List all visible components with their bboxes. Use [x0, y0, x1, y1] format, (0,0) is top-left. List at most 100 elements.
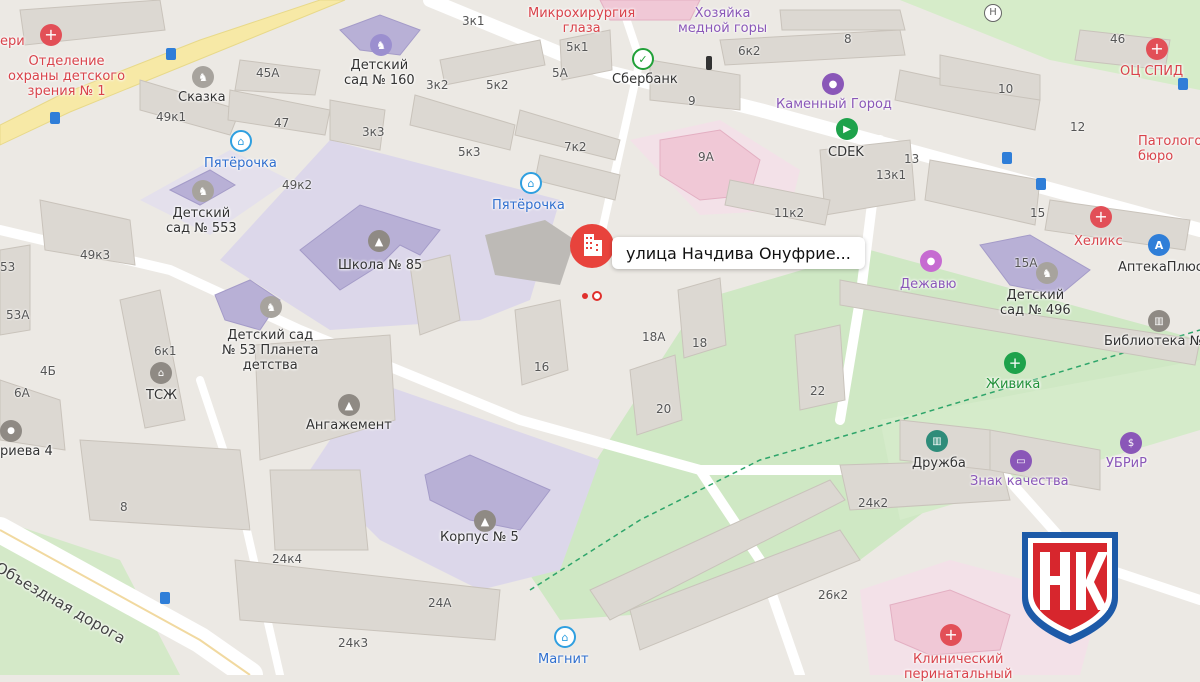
house-number: 18	[692, 336, 708, 350]
poi-label-sberbank[interactable]: Сбербанк	[612, 72, 678, 87]
medical-icon[interactable]: +	[940, 624, 962, 646]
house-number: 6к1	[154, 344, 177, 358]
poi-label-skazka[interactable]: Сказка	[178, 90, 226, 105]
house-number: 45А	[256, 66, 280, 80]
kindergarten-icon[interactable]: ♞	[260, 296, 282, 318]
bus-stop-icon[interactable]	[50, 112, 60, 124]
poi-label-tszh[interactable]: ТСЖ	[146, 388, 177, 403]
poi-label-orieva[interactable]: риева 4	[0, 444, 53, 459]
bus-stop-icon[interactable]: ●	[0, 420, 22, 442]
medical-icon[interactable]: +	[1090, 206, 1112, 228]
house-number: 46	[1110, 32, 1126, 46]
house-number: 4Б	[40, 364, 56, 378]
house-number: 8	[844, 32, 852, 46]
location-pin-icon[interactable]	[566, 222, 618, 274]
kindergarten-icon[interactable]: ♞	[192, 66, 214, 88]
poi-label-patolog[interactable]: Патологоанато бюро	[1138, 134, 1200, 164]
poi-label-sad-496[interactable]: Детский сад № 496	[1000, 288, 1071, 318]
poi-label-hozyaika[interactable]: Хозяйка медной горы	[678, 6, 767, 36]
bank-icon[interactable]: $	[1120, 432, 1142, 454]
poi-label-school-85[interactable]: Школа № 85	[338, 258, 422, 273]
bus-stop-icon[interactable]	[1036, 178, 1046, 190]
poi-label-eri[interactable]: ери	[0, 34, 25, 49]
poi-label-magnit[interactable]: Магнит	[538, 652, 589, 667]
cdek-icon[interactable]: ▶	[836, 118, 858, 140]
poi-label-sad-553[interactable]: Детский сад № 553	[166, 206, 237, 236]
shop-basket-icon[interactable]: ⌂	[230, 130, 252, 152]
cosmetics-icon[interactable]: ●	[920, 250, 942, 272]
bus-stop-icon[interactable]	[160, 592, 170, 604]
poi-label-apteka[interactable]: АптекаПлюс	[1118, 260, 1200, 275]
house-number: 13к1	[876, 168, 907, 182]
medical-icon[interactable]: +	[1146, 38, 1168, 60]
house-number: 20	[656, 402, 672, 416]
bus-stop-icon[interactable]	[1002, 152, 1012, 164]
house-number: 53А	[6, 308, 30, 322]
poi-label-sad-160[interactable]: Детский сад № 160	[344, 58, 415, 88]
kindergarten-icon[interactable]: ♞	[1036, 262, 1058, 284]
poi-label-cdek[interactable]: CDEK	[828, 145, 864, 160]
poi-label-dejavu[interactable]: Дежавю	[900, 277, 956, 292]
house-number: 6А	[14, 386, 30, 400]
kindergarten-icon[interactable]: ♞	[192, 180, 214, 202]
house-number: 10	[998, 82, 1014, 96]
poi-label-otdelenie[interactable]: Отделение охраны детского зрения № 1	[8, 54, 125, 99]
poi-label-mikrohirurgia[interactable]: Микрохирургия глаза	[528, 6, 635, 36]
poi-label-biblioteka[interactable]: Библиотека №	[1104, 334, 1200, 349]
house-number: 26к2	[818, 588, 849, 602]
poi-label-druzhba[interactable]: Дружба	[912, 456, 966, 471]
mall-icon[interactable]: ●	[822, 73, 844, 95]
house-number: 18А	[642, 330, 666, 344]
bus-stop-icon[interactable]	[166, 48, 176, 60]
parking-icon: H	[984, 4, 1002, 22]
house-number: 22	[810, 384, 826, 398]
library-icon[interactable]: ▥	[1148, 310, 1170, 332]
house-number: 8	[120, 500, 128, 514]
address-card[interactable]: улица Начдива Онуфрие...	[612, 237, 865, 269]
poi-label-zhivika[interactable]: Живика	[986, 377, 1040, 392]
school-icon[interactable]: ▲	[338, 394, 360, 416]
traffic-light-icon	[706, 56, 712, 70]
laptop-icon[interactable]: ▭	[1010, 450, 1032, 472]
house-number: 49к1	[156, 110, 187, 124]
house-number: 5к2	[486, 78, 509, 92]
house-number: 11к2	[774, 206, 805, 220]
house-number: 47	[274, 116, 290, 130]
shop-basket-icon[interactable]: ⌂	[554, 626, 576, 648]
sberbank-icon[interactable]: ✓	[632, 48, 654, 70]
house-number: 15	[1030, 206, 1046, 220]
poi-label-helix[interactable]: Хеликс	[1074, 234, 1123, 249]
house-number: 3к2	[426, 78, 449, 92]
house-number: 24к3	[338, 636, 369, 650]
house-number: 3к3	[362, 125, 385, 139]
house-number: 15А	[1014, 256, 1038, 270]
house-number: 24А	[428, 596, 452, 610]
house-number: 16	[534, 360, 550, 374]
poi-label-klinich[interactable]: Клинический перинатальный	[904, 652, 1012, 682]
kindergarten-icon[interactable]: ♞	[370, 34, 392, 56]
house-number: 13	[904, 152, 920, 166]
pharmacy-icon[interactable]: A	[1148, 234, 1170, 256]
school-icon[interactable]: ▲	[368, 230, 390, 252]
house-number: 53	[0, 260, 16, 274]
poi-label-ubrir[interactable]: УБРиР	[1106, 456, 1147, 471]
poi-label-sad-53[interactable]: Детский сад № 53 Планета детства	[222, 328, 318, 373]
poi-label-kamenny-gorod[interactable]: Каменный Город	[776, 97, 892, 112]
school-icon[interactable]: ▲	[474, 510, 496, 532]
house-number: 5к1	[566, 40, 589, 54]
poi-label-pyaterochka-1[interactable]: Пятёрочка	[204, 156, 277, 171]
poi-label-korpus-5[interactable]: Корпус № 5	[440, 530, 519, 545]
poi-label-znak[interactable]: Знак качества	[970, 474, 1069, 489]
bus-stop-icon[interactable]	[1178, 78, 1188, 90]
cinema-icon[interactable]: ▥	[926, 430, 948, 452]
poi-label-pyaterochka-2[interactable]: Пятёрочка	[492, 198, 565, 213]
house-number: 6к2	[738, 44, 761, 58]
poi-label-oc-spid[interactable]: ОЦ СПИД	[1120, 64, 1183, 79]
shop-basket-icon[interactable]: ⌂	[520, 172, 542, 194]
house-icon[interactable]: ⌂	[150, 362, 172, 384]
poi-label-angazhement[interactable]: Ангажемент	[306, 418, 392, 433]
house-number: 5А	[552, 66, 568, 80]
pharmacy-icon[interactable]: +	[1004, 352, 1026, 374]
medical-icon[interactable]: +	[40, 24, 62, 46]
house-number: 12	[1070, 120, 1086, 134]
